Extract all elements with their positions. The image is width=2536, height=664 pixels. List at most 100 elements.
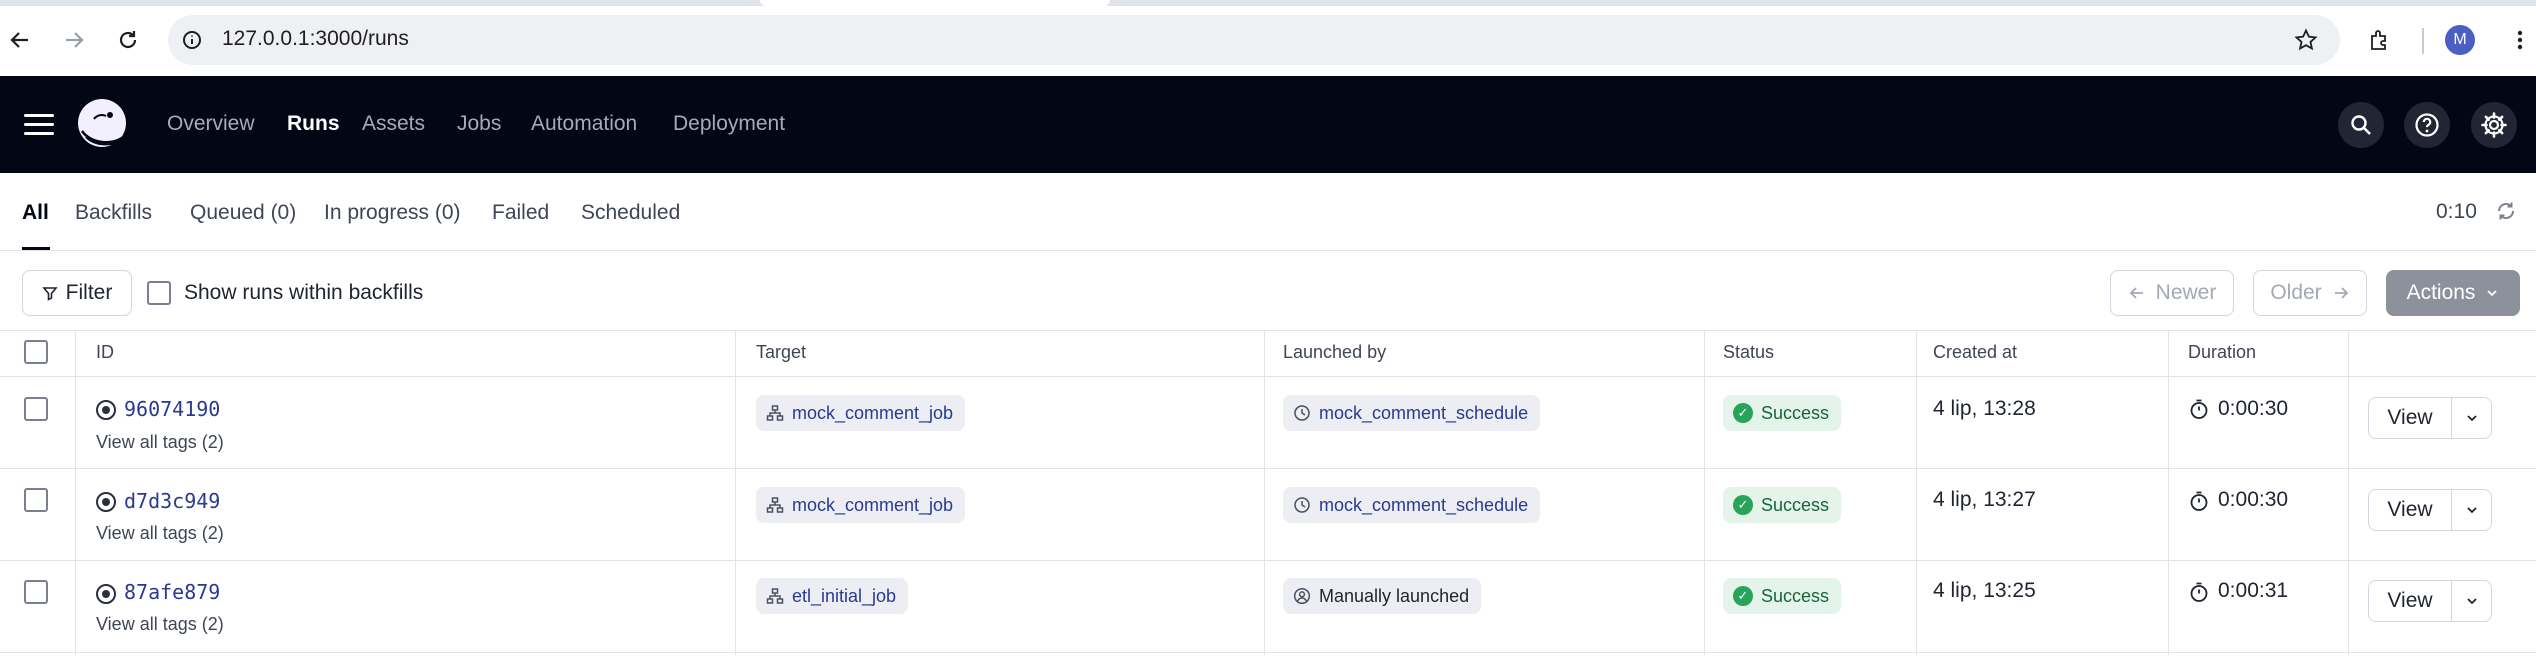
schedule-clock-icon — [1294, 405, 1310, 421]
run-id-link[interactable]: 87afe879 — [124, 580, 220, 604]
target-tag[interactable]: mock_comment_job — [756, 487, 966, 523]
address-bar[interactable] — [168, 15, 2340, 65]
view-run-button[interactable]: View — [2368, 397, 2452, 439]
browser-tabstrip — [0, 0, 2536, 6]
extensions-icon[interactable] — [2360, 20, 2400, 60]
row-border — [0, 560, 2536, 561]
target-tag[interactable]: mock_comment_job — [756, 395, 966, 431]
active-tab-indicator — [22, 247, 50, 250]
status-badge[interactable]: ✓ Success — [1723, 395, 1842, 431]
nav-automation[interactable]: Automation — [531, 112, 637, 136]
show-backfills-label[interactable]: Show runs within backfills — [184, 281, 423, 305]
launched-by-name: mock_comment_schedule — [1319, 402, 1529, 423]
older-button[interactable]: Older — [2253, 270, 2367, 316]
hamburger-menu-icon[interactable] — [24, 114, 54, 136]
search-icon[interactable] — [2338, 102, 2384, 148]
status-badge[interactable]: ✓ Success — [1723, 487, 1842, 523]
tab-in-progress[interactable]: In progress (0) — [324, 201, 461, 225]
view-tags-link[interactable]: View all tags (2) — [96, 523, 224, 544]
duration: 0:00:30 — [2218, 397, 2289, 420]
header-row-border — [0, 376, 2536, 377]
created-at: 4 lip, 13:25 — [1933, 579, 2036, 602]
column-divider — [75, 330, 76, 655]
column-header-id: ID — [96, 342, 114, 362]
arrow-right-icon — [2334, 287, 2348, 299]
launched-by-tag[interactable]: mock_comment_schedule — [1283, 395, 1541, 431]
stopwatch-icon — [2188, 581, 2210, 608]
launched-by-name: mock_comment_schedule — [1319, 494, 1529, 515]
tab-queued[interactable]: Queued (0) — [190, 201, 296, 225]
column-header-created-at: Created at — [1933, 342, 2018, 362]
filter-button-label: Filter — [65, 281, 113, 304]
column-header-status: Status — [1723, 342, 1775, 362]
tab-failed[interactable]: Failed — [492, 201, 549, 225]
view-run-button[interactable]: View — [2368, 580, 2452, 622]
target-name: etl_initial_job — [792, 585, 897, 606]
row-menu-button[interactable] — [2452, 580, 2492, 622]
target-name: mock_comment_job — [792, 494, 954, 515]
success-check-icon: ✓ — [1733, 495, 1753, 515]
launched-by-tag[interactable]: Manually launched — [1283, 578, 1482, 614]
status-badge[interactable]: ✓ Success — [1723, 578, 1842, 614]
select-all-checkbox[interactable] — [24, 340, 48, 364]
help-icon[interactable] — [2404, 102, 2450, 148]
tab-backfills[interactable]: Backfills — [75, 201, 152, 225]
row-menu-button[interactable] — [2452, 397, 2492, 439]
schedule-clock-icon — [1294, 497, 1310, 513]
status-label: Success — [1761, 402, 1830, 423]
run-target-icon — [96, 400, 116, 420]
reload-icon[interactable] — [108, 20, 148, 60]
duration: 0:00:30 — [2218, 488, 2289, 511]
browser-menu-icon[interactable] — [2500, 20, 2536, 60]
column-divider — [2348, 330, 2349, 655]
target-name: mock_comment_job — [792, 402, 954, 423]
table-top-border — [0, 330, 2536, 331]
view-tags-link[interactable]: View all tags (2) — [96, 614, 224, 635]
back-icon[interactable] — [0, 20, 40, 60]
row-select-checkbox[interactable] — [24, 580, 48, 604]
column-header-duration: Duration — [2188, 342, 2257, 362]
forward-icon[interactable] — [54, 20, 94, 60]
nav-overview[interactable]: Overview — [167, 112, 255, 136]
site-info-icon[interactable] — [172, 20, 212, 60]
filter-button[interactable]: Filter — [22, 270, 132, 316]
tab-scheduled[interactable]: Scheduled — [581, 201, 680, 225]
user-icon — [1293, 587, 1311, 605]
nav-jobs[interactable]: Jobs — [457, 112, 501, 136]
row-select-checkbox[interactable] — [24, 488, 48, 512]
bookmark-star-icon[interactable] — [2286, 20, 2326, 60]
run-target-icon — [96, 584, 116, 604]
launched-by-name: Manually launched — [1319, 585, 1470, 606]
dagster-logo[interactable] — [74, 97, 132, 153]
launched-by-tag[interactable]: mock_comment_schedule — [1283, 487, 1541, 523]
actions-button-label: Actions — [2406, 281, 2476, 304]
row-select-checkbox[interactable] — [24, 397, 48, 421]
url-text[interactable]: 127.0.0.1:3000/runs — [222, 27, 409, 51]
show-backfills-checkbox[interactable] — [147, 281, 171, 305]
job-graph-icon — [766, 588, 784, 604]
view-tags-link[interactable]: View all tags (2) — [96, 432, 224, 453]
chevron-down-icon — [2466, 415, 2477, 422]
chevron-down-icon — [2466, 507, 2477, 514]
nav-assets[interactable]: Assets — [362, 112, 425, 136]
target-tag[interactable]: etl_initial_job — [756, 578, 909, 614]
created-at: 4 lip, 13:27 — [1933, 488, 2036, 511]
nav-deployment[interactable]: Deployment — [673, 112, 785, 136]
newer-button-label: Newer — [2155, 281, 2217, 304]
nav-runs[interactable]: Runs — [287, 112, 340, 136]
stopwatch-icon — [2188, 398, 2210, 425]
row-menu-button[interactable] — [2452, 489, 2492, 531]
browser-active-tab[interactable] — [760, 0, 1110, 6]
profile-avatar[interactable]: M — [2445, 25, 2475, 55]
view-run-button[interactable]: View — [2368, 489, 2452, 531]
refresh-icon[interactable] — [2494, 199, 2518, 223]
actions-dropdown-button[interactable]: Actions — [2386, 270, 2520, 316]
column-header-launched-by: Launched by — [1283, 342, 1387, 362]
newer-button[interactable]: Newer — [2110, 270, 2234, 316]
run-id-link[interactable]: 96074190 — [124, 397, 220, 421]
settings-gear-icon[interactable] — [2471, 102, 2517, 148]
run-id-link[interactable]: d7d3c949 — [124, 489, 220, 513]
tab-all[interactable]: All — [22, 201, 49, 225]
success-check-icon: ✓ — [1733, 586, 1753, 606]
column-header-target: Target — [756, 342, 807, 362]
